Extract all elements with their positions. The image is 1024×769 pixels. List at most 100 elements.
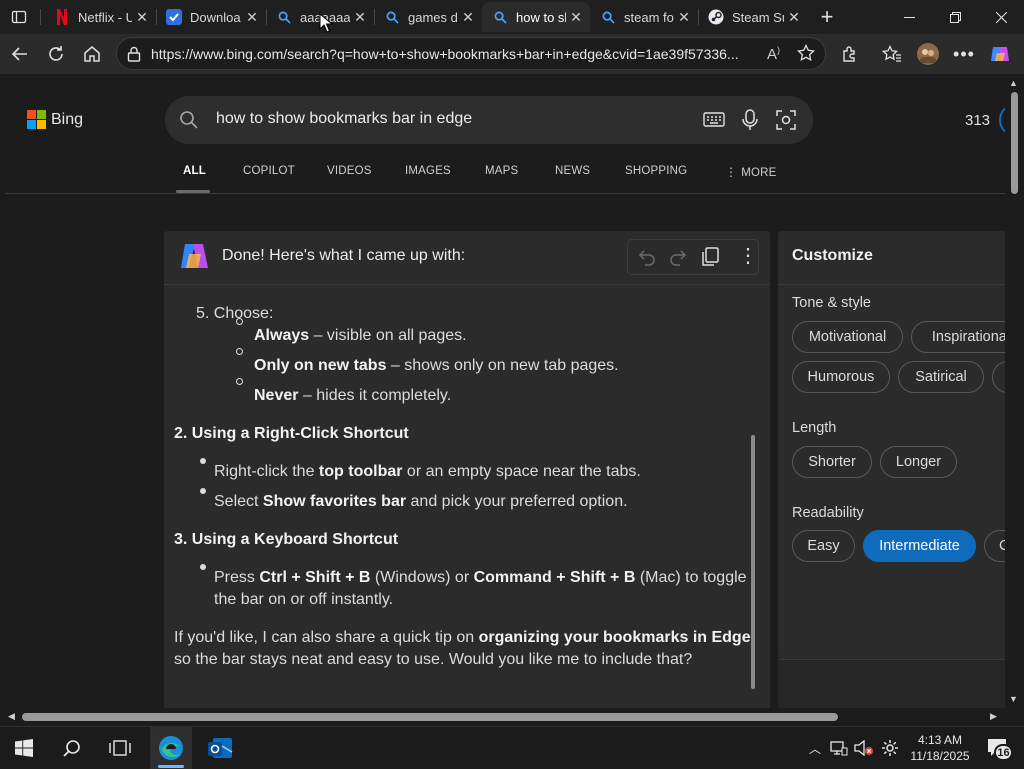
vertical-scrollbar[interactable]: ▲ ▼ [1005,74,1024,708]
keyboard-icon[interactable] [703,111,725,134]
show-hidden-icons-button[interactable]: ︿ [804,727,826,769]
tab-copilot[interactable]: COPILOT [243,165,295,177]
home-button[interactable] [76,38,108,70]
clock-time: 4:13 AM [917,733,963,747]
horizontal-scroll-thumb[interactable] [22,713,838,721]
tab-news[interactable]: NEWS [555,165,590,177]
microsoft-logo-icon [27,110,46,129]
tab-maps[interactable]: MAPS [485,165,518,177]
chip-humorous[interactable]: Humorous [792,361,890,393]
outlook-taskbar-button[interactable] [200,727,240,769]
chip-satirical[interactable]: Satirical [898,361,984,393]
tab-search-bookmarks[interactable]: how to sl ✕ [482,2,590,32]
downloads-icon [166,9,182,25]
chip-shorter[interactable]: Shorter [792,446,872,478]
profile-avatar[interactable] [912,38,944,70]
list-item: Press Ctrl + Shift + B (Windows) or Comm… [214,569,747,586]
search-input[interactable]: how to show bookmarks bar in edge [216,110,472,128]
tab-all[interactable]: ALL [183,165,206,177]
new-tab-icon[interactable]: + [814,4,840,30]
close-icon[interactable]: ✕ [674,9,694,26]
taskbar: ︿ 4:13 AM 11/18/2025 16 [0,726,1024,769]
list-item: Only on new tabs – shows only on new tab… [254,357,619,374]
tab-search-steam[interactable]: steam fo ✕ [590,2,698,32]
list-item: Right-click the top toolbar or an empty … [214,463,641,480]
answer-body: 5. Choose: Always – visible on all pages… [174,305,751,668]
favorites-icon[interactable] [876,38,908,70]
url-text[interactable]: https://www.bing.com/search?q=how+to+sho… [151,46,761,62]
edge-icon [159,736,183,760]
copilot-icon [179,241,211,276]
tab-netflix[interactable]: Netflix - U ✕ [44,2,156,32]
copilot-icon[interactable] [984,38,1016,70]
favorite-star-icon[interactable] [797,43,815,67]
chip-readability-more[interactable]: C [984,530,1005,562]
visual-search-icon[interactable] [776,110,796,135]
outlook-icon [208,738,233,758]
answer-scrollbar-thumb[interactable] [751,435,755,689]
tone-label: Tone & style [792,295,871,311]
search-taskbar-button[interactable] [54,727,90,769]
start-button[interactable] [6,727,42,769]
close-icon[interactable]: ✕ [242,9,262,26]
lock-icon[interactable] [127,46,141,67]
copy-icon[interactable] [702,247,720,272]
more-menu-icon[interactable]: ••• [948,38,980,70]
address-bar[interactable]: https://www.bing.com/search?q=how+to+sho… [116,37,826,70]
settings-gear-icon[interactable] [878,727,902,769]
clock[interactable]: 4:13 AM 11/18/2025 [906,727,974,769]
netflix-icon [54,9,70,25]
scroll-up-icon[interactable]: ▲ [1009,78,1018,88]
volume-muted-icon[interactable] [852,727,876,769]
close-icon[interactable]: ✕ [458,9,478,26]
chip-more-tone[interactable] [992,361,1005,393]
tab-images[interactable]: IMAGES [405,165,451,177]
tab-actions-icon[interactable] [8,6,30,28]
search-box[interactable]: how to show bookmarks bar in edge [165,96,813,144]
chip-motivational[interactable]: Motivational [792,321,903,353]
close-icon[interactable]: ✕ [566,9,586,26]
restore-button[interactable] [932,0,978,34]
undo-icon[interactable] [638,248,656,271]
vertical-scroll-thumb[interactable] [1011,92,1018,194]
close-icon[interactable]: ✕ [784,9,804,26]
chip-intermediate[interactable]: Intermediate [863,530,976,562]
notification-center-button[interactable]: 16 [980,727,1016,769]
chip-easy[interactable]: Easy [792,530,855,562]
read-aloud-icon[interactable]: A) [767,45,780,63]
mouse-cursor [319,12,334,38]
chip-longer[interactable]: Longer [880,446,957,478]
answer-header: Done! Here's what I came up with: ⋮ [164,231,770,285]
redo-icon[interactable] [669,248,687,271]
tab-search-games[interactable]: games d ✕ [374,2,482,32]
answer-header-text: Done! Here's what I came up with: [222,247,466,264]
scroll-right-icon[interactable]: ▶ [990,711,997,722]
tab-all-underline [176,190,210,193]
list-bullet [200,488,206,494]
minimize-button[interactable] [886,0,932,34]
close-icon[interactable]: ✕ [132,9,152,26]
tab-steam-support[interactable]: Steam Su ✕ [698,2,808,32]
tab-shopping[interactable]: SHOPPING [625,165,687,177]
close-icon[interactable]: ✕ [350,9,370,26]
scroll-left-icon[interactable]: ◀ [8,711,15,722]
back-button[interactable] [4,38,36,70]
bing-logo[interactable]: Bing [27,110,83,129]
title-bar: Netflix - U ✕ Downloa ✕ aaaaaaaa ✕ games… [0,0,1024,34]
edge-taskbar-button[interactable] [150,727,192,769]
rewards-points[interactable]: 313 [965,112,990,129]
task-view-button[interactable] [102,727,138,769]
scroll-down-icon[interactable]: ▼ [1009,694,1018,704]
search-icon [276,9,292,25]
tab-more[interactable]: ⋮ MORE [725,165,777,179]
microphone-icon[interactable] [741,109,759,136]
horizontal-scrollbar[interactable]: ◀ ▶ [0,708,1024,726]
close-window-button[interactable] [978,0,1024,34]
network-icon[interactable] [828,727,850,769]
more-options-icon[interactable]: ⋮ [738,243,758,268]
tab-downloads[interactable]: Downloa ✕ [156,2,266,32]
tab-videos[interactable]: VIDEOS [327,165,372,177]
extensions-icon[interactable] [834,38,866,70]
chip-inspirational[interactable]: Inspirational [911,321,1005,353]
refresh-button[interactable] [40,38,72,70]
